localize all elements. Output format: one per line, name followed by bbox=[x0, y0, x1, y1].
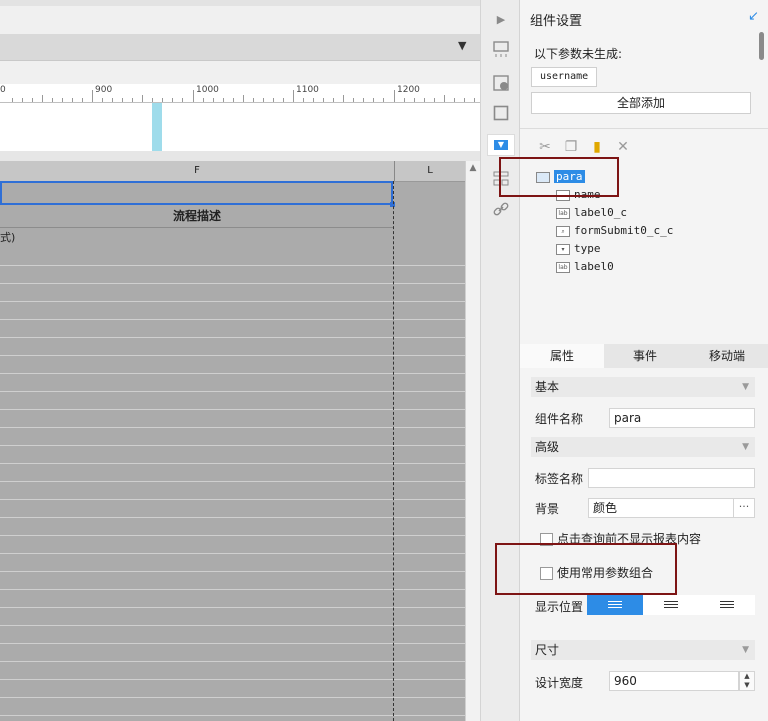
section-basic-label: 基本 bbox=[535, 380, 560, 394]
tree-node-formsubmit[interactable]: ⌕ formSubmit0_c_c bbox=[556, 223, 673, 239]
paste-icon[interactable]: ▮ bbox=[588, 138, 606, 156]
tag-name-label: 标签名称 bbox=[535, 472, 584, 486]
top-toolbar-strip bbox=[0, 0, 480, 6]
column-header-f[interactable]: F bbox=[0, 161, 395, 181]
layout-icon[interactable] bbox=[492, 40, 510, 58]
params-scrollbar[interactable] bbox=[757, 30, 766, 90]
label-icon: lab bbox=[556, 261, 570, 273]
sheet-vertical-scrollbar[interactable]: ▲ bbox=[465, 161, 480, 721]
background-input[interactable]: 颜色 bbox=[588, 498, 734, 518]
design-width-label: 设计宽度 bbox=[535, 676, 584, 690]
design-width-input[interactable]: 960 bbox=[609, 671, 739, 691]
tab-attributes[interactable]: 属性 bbox=[520, 344, 604, 368]
annotation-box-tree-root bbox=[499, 157, 619, 197]
component-name-input[interactable]: para bbox=[609, 408, 755, 428]
widget-icon-strip: ▶ ▼ bbox=[480, 0, 520, 721]
ruler-label: 1000 bbox=[196, 85, 219, 95]
header-cell[interactable]: 流程描述 bbox=[0, 205, 394, 228]
tab-menu-icon[interactable]: ▼ bbox=[458, 40, 472, 52]
chevron-down-icon: ▼ bbox=[742, 645, 749, 655]
column-header-l[interactable]: L bbox=[395, 161, 465, 181]
canvas-width-marker[interactable] bbox=[152, 103, 162, 151]
missing-params-box: 以下参数未生成: username 全部添加 bbox=[520, 30, 756, 126]
info-icon[interactable] bbox=[492, 74, 510, 92]
background-label: 背景 bbox=[535, 502, 560, 516]
tag-name-input[interactable] bbox=[588, 468, 755, 488]
parameter-canvas[interactable] bbox=[0, 103, 480, 151]
link-icon[interactable] bbox=[492, 200, 510, 218]
tree-node-type[interactable]: ▾ type bbox=[556, 241, 601, 257]
search-button-icon: ⌕ bbox=[556, 225, 570, 237]
cell-text-fragment[interactable]: 式) bbox=[0, 228, 200, 248]
section-advanced[interactable]: 高级 ▼ bbox=[531, 437, 755, 457]
align-button-group bbox=[587, 595, 755, 615]
width-stepper[interactable]: ▲ ▼ bbox=[739, 671, 755, 691]
align-left-icon[interactable] bbox=[587, 595, 643, 615]
param-chip[interactable]: username bbox=[531, 67, 598, 87]
align-right-icon[interactable] bbox=[699, 595, 755, 615]
background-more-button[interactable]: ··· bbox=[733, 498, 755, 518]
copy-icon[interactable]: ❐ bbox=[562, 138, 580, 156]
section-basic[interactable]: 基本 ▼ bbox=[531, 377, 755, 397]
missing-params-label: 以下参数未生成: bbox=[534, 47, 623, 61]
panel-divider bbox=[520, 128, 768, 129]
column-header-bar: F L bbox=[0, 161, 465, 182]
ruler-label: 1100 bbox=[296, 85, 319, 95]
panel-title: 组件设置 bbox=[530, 14, 583, 29]
section-advanced-label: 高级 bbox=[535, 440, 560, 454]
ruler-label: 0 bbox=[0, 85, 6, 95]
cut-icon[interactable]: ✂ bbox=[536, 138, 554, 156]
collapse-icon[interactable]: ▶ bbox=[492, 10, 510, 28]
selected-cell[interactable] bbox=[0, 181, 393, 205]
component-name-label: 组件名称 bbox=[535, 412, 584, 426]
dropdown-widget-icon[interactable]: ▼ bbox=[487, 134, 515, 156]
pin-icon[interactable]: ↙ bbox=[748, 10, 762, 24]
tree-node-label0-c[interactable]: lab label0_c bbox=[556, 205, 627, 221]
tab-events[interactable]: 事件 bbox=[604, 344, 686, 368]
ruler-label: 900 bbox=[95, 85, 113, 95]
scroll-up-icon[interactable]: ▲ bbox=[468, 163, 478, 175]
section-size-label: 尺寸 bbox=[535, 643, 560, 657]
report-sheet[interactable]: F L 流程描述 式) ▲ bbox=[0, 161, 480, 721]
params-scrollbar-thumb[interactable] bbox=[759, 32, 764, 60]
tab-mobile[interactable]: 移动端 bbox=[686, 344, 768, 368]
combo-icon: ▾ bbox=[556, 243, 570, 255]
canvas-sheet-gap bbox=[0, 151, 480, 161]
section-size[interactable]: 尺寸 ▼ bbox=[531, 640, 755, 660]
page-break-line bbox=[393, 181, 394, 721]
chevron-down-icon: ▼ bbox=[742, 442, 749, 452]
label-icon: lab bbox=[556, 207, 570, 219]
sheet-rows[interactable] bbox=[0, 248, 465, 721]
add-all-button[interactable]: 全部添加 bbox=[531, 92, 751, 114]
frame-icon[interactable] bbox=[492, 104, 510, 122]
chevron-down-icon: ▼ bbox=[742, 382, 749, 392]
component-settings-panel: 组件设置 ↙ 以下参数未生成: username 全部添加 ✂ ❐ ▮ ✕ pa… bbox=[520, 0, 768, 721]
align-center-icon[interactable] bbox=[643, 595, 699, 615]
horizontal-ruler: 0 900 1000 1100 1200 bbox=[0, 84, 480, 103]
editor-tab-bar: ▼ bbox=[0, 34, 480, 61]
ruler-label: 1200 bbox=[397, 85, 420, 95]
property-tabs: 属性 事件 移动端 bbox=[520, 344, 768, 368]
annotation-box-common-params bbox=[495, 543, 677, 595]
display-position-label: 显示位置 bbox=[535, 600, 584, 614]
tree-node-label0[interactable]: lab label0 bbox=[556, 259, 614, 275]
delete-icon[interactable]: ✕ bbox=[614, 138, 632, 156]
